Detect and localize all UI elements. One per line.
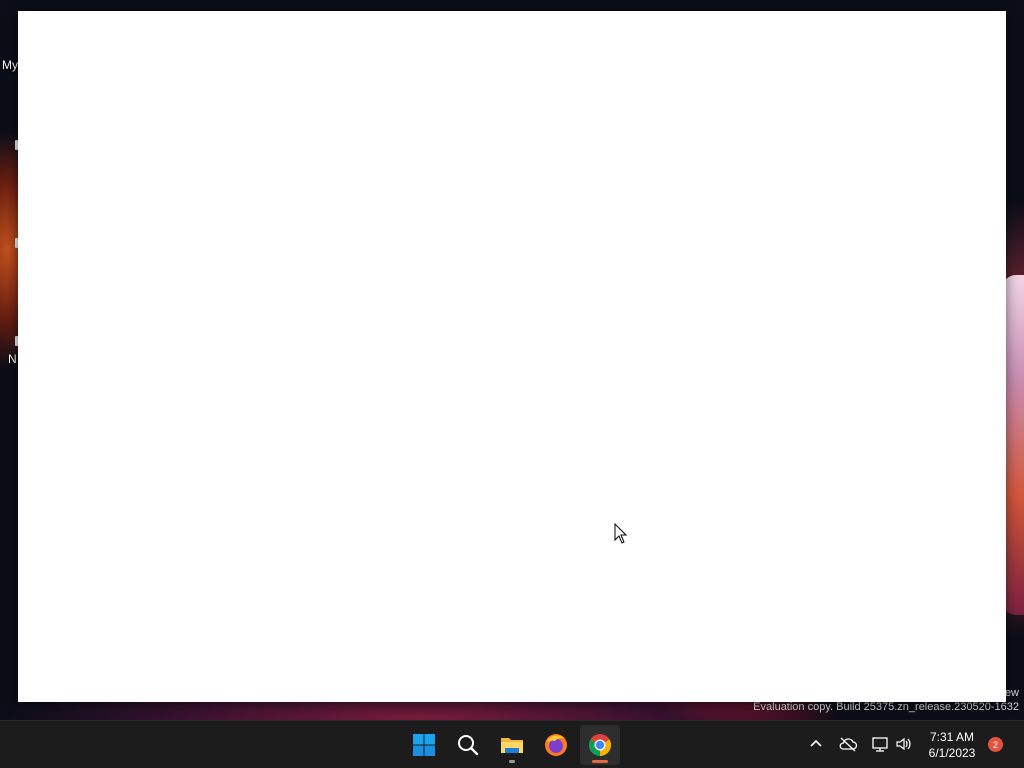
desktop-icon-label-n[interactable]: N	[8, 352, 17, 366]
network-icon	[872, 737, 888, 752]
network-button[interactable]	[869, 733, 891, 755]
search-icon	[458, 735, 479, 756]
file-explorer-icon	[501, 738, 523, 753]
notification-badge[interactable]: 2	[988, 737, 1003, 752]
chevron-up-icon	[810, 739, 822, 747]
clock-time: 7:31 AM	[929, 730, 975, 744]
file-explorer-button[interactable]	[492, 725, 532, 765]
onedrive-button[interactable]	[837, 733, 859, 755]
clock-date: 6/1/2023	[928, 746, 976, 760]
mouse-cursor-icon	[614, 523, 628, 544]
search-button[interactable]	[448, 725, 488, 765]
watermark-line-1: ew	[1004, 687, 1019, 699]
evaluation-watermark: ew Evaluation copy. Build 25375.zn_relea…	[753, 687, 1019, 714]
volume-button[interactable]	[893, 733, 915, 755]
taskbar: 7:31 AM 6/1/2023 2	[0, 720, 1024, 768]
volume-icon	[896, 737, 911, 751]
watermark-line-2: Evaluation copy. Build 25375.zn_release.…	[753, 701, 1019, 713]
show-hidden-icons-button[interactable]	[805, 733, 827, 755]
active-indicator	[592, 760, 608, 763]
running-indicator	[509, 760, 515, 763]
blank-app-window[interactable]	[18, 11, 1006, 702]
start-button[interactable]	[404, 725, 444, 765]
chrome-icon	[589, 734, 611, 756]
firefox-icon	[545, 734, 567, 756]
start-icon	[413, 734, 435, 756]
desktop-icon-label-my[interactable]: My	[2, 58, 18, 72]
firefox-button[interactable]	[536, 725, 576, 765]
cloud-offline-icon	[839, 737, 858, 752]
system-clock[interactable]: 7:31 AM 6/1/2023	[920, 729, 984, 761]
chrome-button[interactable]	[580, 725, 620, 765]
